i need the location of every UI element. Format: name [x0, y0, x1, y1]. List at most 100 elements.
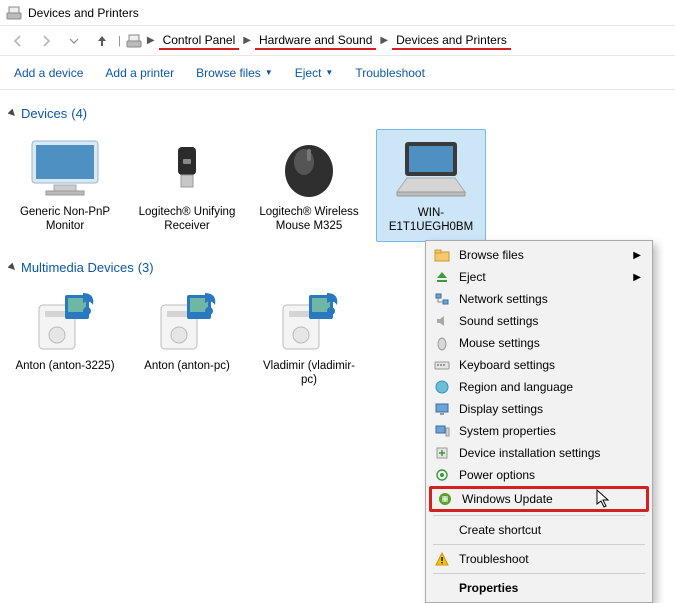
menu-label: Region and language	[459, 380, 641, 394]
menu-label: Create shortcut	[459, 523, 641, 537]
device-item-computer[interactable]: WIN-E1T1UEGH0BM	[376, 129, 486, 242]
display-icon	[433, 400, 451, 418]
usb-receiver-icon	[134, 133, 240, 203]
media-server-icon	[256, 287, 362, 357]
device-label: Anton (anton-pc)	[134, 359, 240, 373]
device-item-media-server[interactable]: Vladimir (vladimir-pc)	[254, 283, 364, 394]
monitor-icon	[12, 133, 118, 203]
cursor-icon	[596, 489, 612, 509]
group-label: Multimedia Devices	[21, 260, 134, 275]
menu-item-troubleshoot[interactable]: Troubleshoot	[429, 548, 649, 570]
menu-label: Troubleshoot	[459, 552, 641, 566]
up-button[interactable]	[90, 29, 114, 53]
menu-label: Device installation settings	[459, 446, 641, 460]
menu-item-sound-settings[interactable]: Sound settings	[429, 310, 649, 332]
eject-icon	[433, 268, 451, 286]
menu-item-system-properties[interactable]: System properties	[429, 420, 649, 442]
menu-label: Sound settings	[459, 314, 641, 328]
expand-icon	[8, 109, 17, 118]
warning-icon	[433, 550, 451, 568]
folder-icon	[433, 246, 451, 264]
power-icon	[433, 466, 451, 484]
computer-icon	[433, 422, 451, 440]
mouse-small-icon	[433, 334, 451, 352]
menu-item-device-installation[interactable]: Device installation settings	[429, 442, 649, 464]
address-icon	[125, 32, 143, 50]
menu-item-power-options[interactable]: Power options	[429, 464, 649, 486]
devices-list: Generic Non-PnP Monitor Logitech® Unifyi…	[6, 129, 669, 242]
navbar: | ▶ Control Panel ▶ Hardware and Sound ▶…	[0, 26, 675, 56]
speaker-icon	[433, 312, 451, 330]
device-label: Logitech® Wireless Mouse M325	[256, 205, 362, 234]
add-printer-button[interactable]: Add a printer	[105, 66, 174, 80]
menu-label: System properties	[459, 424, 641, 438]
menu-label: Eject	[459, 270, 625, 284]
device-item-media-server[interactable]: Anton (anton-pc)	[132, 283, 242, 394]
menu-item-network-settings[interactable]: Network settings	[429, 288, 649, 310]
group-count: (3)	[138, 260, 154, 275]
device-item-media-server[interactable]: Anton (anton-3225)	[10, 283, 120, 394]
crumb-hardware-sound[interactable]: Hardware and Sound	[255, 31, 376, 50]
window-title: Devices and Printers	[28, 6, 139, 20]
menu-item-properties[interactable]: Properties	[429, 577, 649, 599]
browse-files-button[interactable]: Browse files▼	[196, 66, 273, 80]
menu-item-region-language[interactable]: Region and language	[429, 376, 649, 398]
chevron-right-icon[interactable]: ▶	[380, 35, 388, 46]
group-label: Devices	[21, 106, 67, 121]
menu-label: Keyboard settings	[459, 358, 641, 372]
device-item-receiver[interactable]: Logitech® Unifying Receiver	[132, 129, 242, 242]
device-item-monitor[interactable]: Generic Non-PnP Monitor	[10, 129, 120, 242]
menu-item-display-settings[interactable]: Display settings	[429, 398, 649, 420]
device-item-mouse[interactable]: Logitech® Wireless Mouse M325	[254, 129, 364, 242]
menu-label: Mouse settings	[459, 336, 641, 350]
menu-separator	[433, 573, 645, 574]
menu-label: Browse files	[459, 248, 625, 262]
add-device-button[interactable]: Add a device	[14, 66, 83, 80]
menu-separator	[433, 544, 645, 545]
menu-label: Power options	[459, 468, 641, 482]
menu-item-browse-files[interactable]: Browse files ▶	[429, 244, 649, 266]
context-menu: Browse files ▶ Eject ▶ Network settings …	[425, 240, 653, 603]
group-count: (4)	[71, 106, 87, 121]
chevron-right-icon[interactable]: ▶	[243, 35, 251, 46]
crumb-control-panel[interactable]: Control Panel	[159, 31, 240, 50]
keyboard-icon	[433, 356, 451, 374]
address-start-separator: |	[118, 35, 121, 47]
device-install-icon	[433, 444, 451, 462]
submenu-arrow-icon: ▶	[633, 250, 641, 261]
menu-item-keyboard-settings[interactable]: Keyboard settings	[429, 354, 649, 376]
menu-separator	[433, 515, 645, 516]
recent-locations-button[interactable]	[62, 29, 86, 53]
group-header-devices[interactable]: Devices (4)	[8, 106, 669, 121]
back-button[interactable]	[6, 29, 30, 53]
device-label: Generic Non-PnP Monitor	[12, 205, 118, 234]
device-label: WIN-E1T1UEGH0BM	[379, 206, 483, 235]
menu-item-windows-update[interactable]: Windows Update	[429, 486, 649, 512]
device-label: Anton (anton-3225)	[12, 359, 118, 373]
menu-label: Display settings	[459, 402, 641, 416]
forward-button[interactable]	[34, 29, 58, 53]
breadcrumb: Control Panel ▶ Hardware and Sound ▶ Dev…	[159, 31, 511, 50]
laptop-icon	[379, 134, 483, 204]
devices-printers-icon	[6, 5, 22, 21]
media-server-icon	[12, 287, 118, 357]
toolbar: Add a device Add a printer Browse files▼…	[0, 56, 675, 90]
mouse-icon	[256, 133, 362, 203]
submenu-arrow-icon: ▶	[633, 272, 641, 283]
menu-item-create-shortcut[interactable]: Create shortcut	[429, 519, 649, 541]
device-label: Vladimir (vladimir-pc)	[256, 359, 362, 388]
globe-icon	[433, 378, 451, 396]
menu-item-eject[interactable]: Eject ▶	[429, 266, 649, 288]
titlebar: Devices and Printers	[0, 0, 675, 26]
menu-label: Network settings	[459, 292, 641, 306]
expand-icon	[8, 263, 17, 272]
menu-item-mouse-settings[interactable]: Mouse settings	[429, 332, 649, 354]
eject-button[interactable]: Eject▼	[295, 66, 334, 80]
windows-update-icon	[436, 490, 454, 508]
crumb-devices-printers[interactable]: Devices and Printers	[392, 31, 511, 50]
troubleshoot-button[interactable]: Troubleshoot	[355, 66, 425, 80]
menu-label: Properties	[459, 581, 641, 595]
network-icon	[433, 290, 451, 308]
media-server-icon	[134, 287, 240, 357]
chevron-right-icon[interactable]: ▶	[147, 35, 155, 46]
